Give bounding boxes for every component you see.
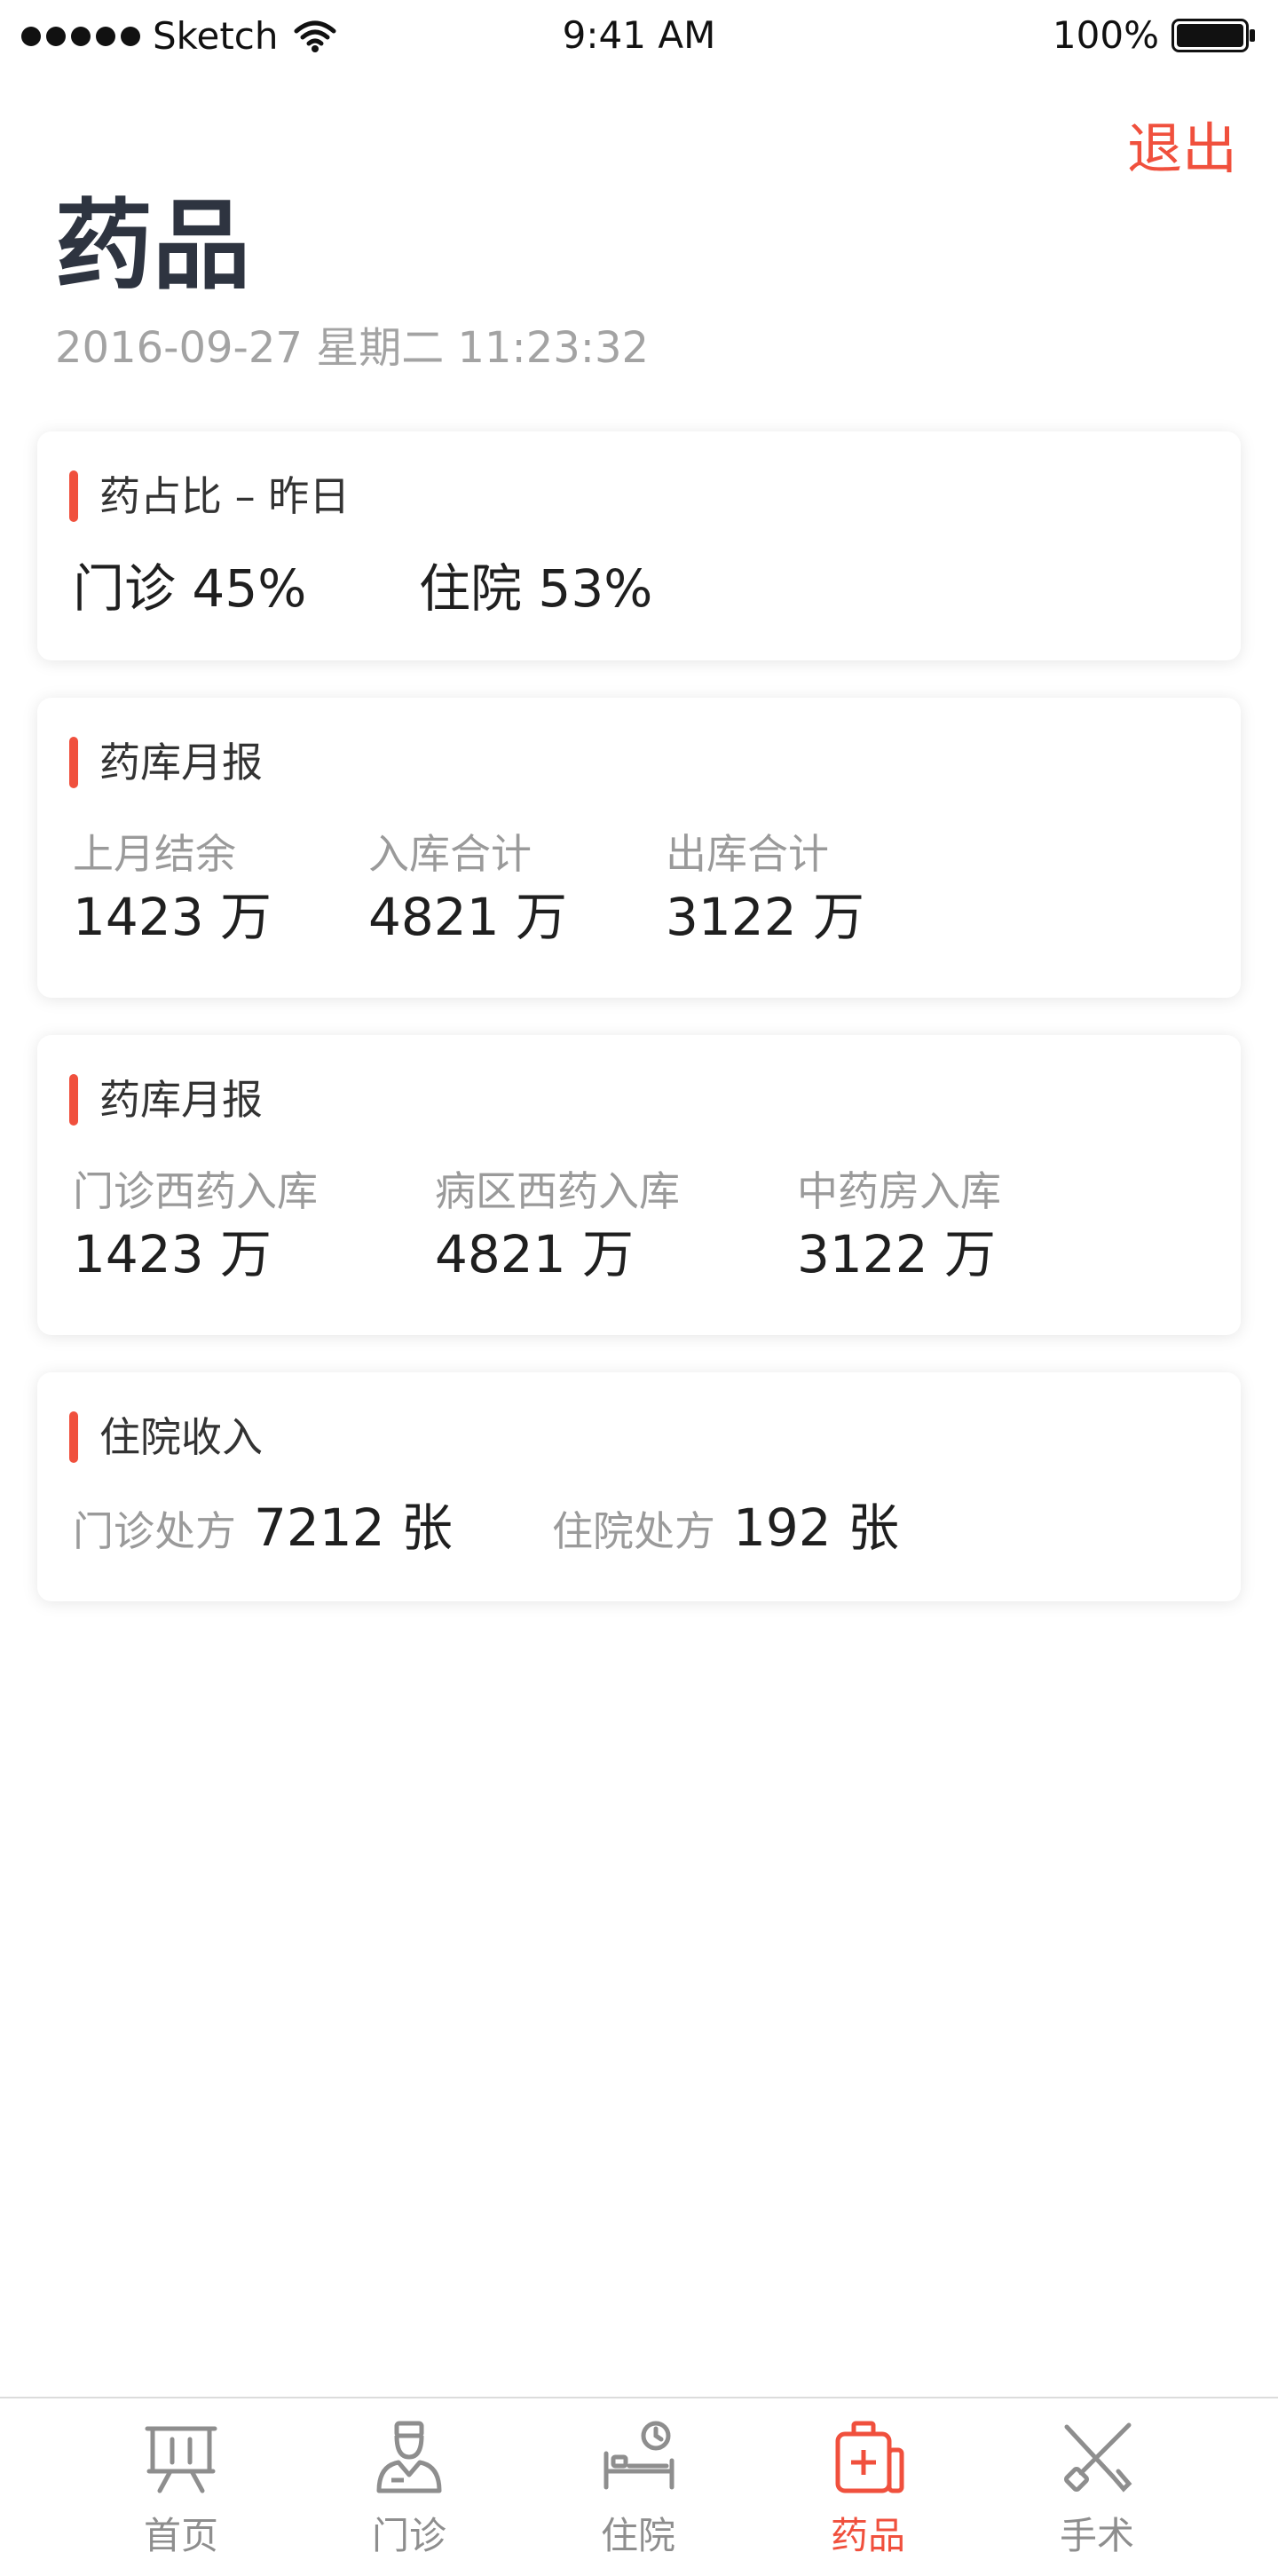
page-title: 药品 <box>55 189 250 303</box>
metric-label: 入库合计 <box>368 830 532 878</box>
accent-bar <box>69 1074 78 1126</box>
hospital-bed-icon <box>604 2421 674 2490</box>
battery-icon <box>1172 19 1255 52</box>
metric-value: 1423 万 <box>73 1224 272 1284</box>
medicine-kit-icon <box>835 2421 904 2493</box>
logout-button[interactable]: 退出 <box>1127 114 1237 185</box>
tab-label: 药品 <box>830 2514 905 2557</box>
inpatient-income-card: 住院收入 门诊处方 7212 张 住院处方 192 张 <box>37 1372 1241 1601</box>
surgery-tools-icon <box>1064 2422 1132 2493</box>
tab-outpatient[interactable]: 门诊 <box>320 2398 498 2576</box>
card-header: 药库月报 <box>69 1074 263 1126</box>
metric-label: 病区西药入库 <box>435 1167 680 1215</box>
metric-label: 出库合计 <box>666 830 829 878</box>
tab-inpatient[interactable]: 住院 <box>549 2398 727 2576</box>
tab-label: 住院 <box>600 2514 675 2557</box>
metric-value: 3122 万 <box>797 1224 997 1284</box>
metric-value: 7212 张 <box>254 1497 454 1558</box>
metric-label: 门诊西药入库 <box>73 1167 318 1215</box>
metric-value: 4821 万 <box>368 887 568 947</box>
card-header: 药占比 – 昨日 <box>69 470 350 522</box>
metric-inpatient-prescriptions: 住院处方 192 张 <box>552 1497 899 1559</box>
card-title: 药占比 – 昨日 <box>99 472 351 520</box>
card-title: 药库月报 <box>99 1076 263 1124</box>
metric-label: 门诊处方 <box>73 1507 236 1555</box>
pharmacy-monthly-report-card: 药库月报 上月结余 1423 万 入库合计 4821 万 出库合计 3122 万 <box>37 698 1241 998</box>
metric-chinese-pharmacy-inbound: 中药房入库 3122 万 <box>797 1166 1001 1285</box>
metric-value: 4821 万 <box>435 1224 635 1284</box>
doctor-icon <box>376 2421 442 2493</box>
status-right: 100% <box>1053 12 1257 59</box>
metric-value: 192 张 <box>733 1497 900 1558</box>
presentation-board-icon <box>145 2426 217 2493</box>
bottom-tab-bar: 首页 门诊 住院 药品 手术 <box>0 2397 1278 2576</box>
metric-outpatient-prescriptions: 门诊处方 7212 张 <box>73 1497 453 1559</box>
status-bar: Sketch 9:41 AM 100% <box>0 0 1278 71</box>
metric-outpatient-western-inbound: 门诊西药入库 1423 万 <box>73 1166 318 1285</box>
accent-bar <box>69 1411 78 1463</box>
metric-value: 3122 万 <box>666 887 865 947</box>
card-header: 住院收入 <box>69 1411 263 1463</box>
inpatient-drug-ratio: 住院 53% <box>419 558 653 619</box>
metric-label: 中药房入库 <box>797 1167 1001 1215</box>
tab-home[interactable]: 首页 <box>92 2398 270 2576</box>
drug-ratio-card: 药占比 – 昨日 门诊 45% 住院 53% <box>37 431 1241 660</box>
metric-value: 1423 万 <box>73 887 272 947</box>
metric-last-month-balance: 上月结余 1423 万 <box>73 829 272 948</box>
metric-label: 上月结余 <box>73 830 236 878</box>
card-title: 住院收入 <box>99 1413 263 1461</box>
metric-label: 住院处方 <box>552 1507 715 1555</box>
tab-label: 手术 <box>1059 2514 1134 2557</box>
accent-bar <box>69 470 78 522</box>
pharmacy-inbound-report-card: 药库月报 门诊西药入库 1423 万 病区西药入库 4821 万 中药房入库 3… <box>37 1035 1241 1335</box>
metric-inbound-total: 入库合计 4821 万 <box>368 829 567 948</box>
card-title: 药库月报 <box>99 739 263 786</box>
outpatient-drug-ratio: 门诊 45% <box>73 558 307 619</box>
tab-label: 首页 <box>143 2514 218 2557</box>
tab-label: 门诊 <box>371 2514 446 2557</box>
pharmacy-screen: Sketch 9:41 AM 100% 退出 药品 2016-09-27 星期二… <box>0 0 1278 2576</box>
tab-pharmacy[interactable]: 药品 <box>779 2398 957 2576</box>
card-header: 药库月报 <box>69 737 263 788</box>
current-datetime: 2016-09-27 星期二 11:23:32 <box>55 323 650 373</box>
battery-percent: 100% <box>1052 13 1159 57</box>
accent-bar <box>69 737 78 788</box>
tab-surgery[interactable]: 手术 <box>1008 2398 1186 2576</box>
metric-outbound-total: 出库合计 3122 万 <box>666 829 864 948</box>
metric-ward-western-inbound: 病区西药入库 4821 万 <box>435 1166 680 1285</box>
